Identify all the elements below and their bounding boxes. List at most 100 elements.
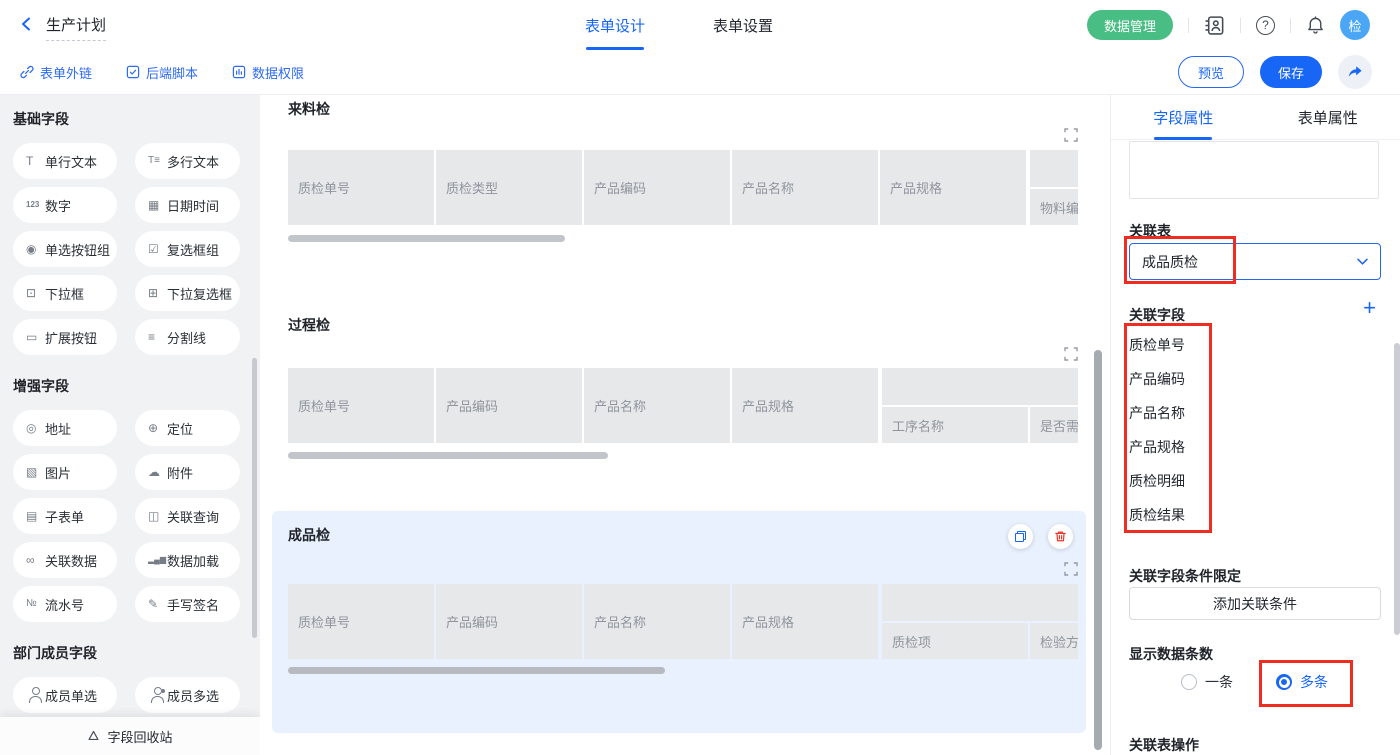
subform-title-incoming-inspection[interactable]: 来料检: [288, 99, 330, 119]
column-header-cell[interactable]: 物料编码: [1030, 189, 1078, 225]
delete-button[interactable]: [1048, 524, 1073, 549]
column-header-cell[interactable]: 产品规格: [880, 150, 1026, 225]
field-type-item[interactable]: ≡ 分割线: [135, 319, 240, 355]
contacts-icon[interactable]: [1204, 15, 1225, 36]
field-type-item[interactable]: 123 数字: [13, 187, 117, 223]
field-recycle-bin-button[interactable]: 字段回收站: [0, 717, 260, 755]
field-type-item[interactable]: T 单行文本: [13, 143, 117, 179]
expand-icon[interactable]: [1064, 347, 1078, 361]
field-type-item[interactable]: T≡ 多行文本: [135, 143, 240, 179]
sidebar-scrollbar[interactable]: [252, 358, 257, 638]
field-type-item[interactable]: ▭ 扩展按钮: [13, 319, 117, 355]
field-type-item[interactable]: ⊕ 定位: [135, 410, 240, 446]
data-permission-button[interactable]: 数据权限: [232, 63, 304, 82]
column-header-cell[interactable]: 工序名称: [882, 407, 1028, 443]
field-name-input[interactable]: [1129, 141, 1379, 199]
field-type-item[interactable]: ☁ 附件: [135, 454, 240, 490]
save-button[interactable]: 保存: [1260, 56, 1322, 88]
column-header-cell[interactable]: 产品名称: [584, 584, 730, 659]
column-header-cell[interactable]: 产品规格: [732, 584, 878, 659]
group-header-cell[interactable]: [1030, 150, 1078, 187]
related-field-item[interactable]: 质检单号: [1129, 328, 1185, 362]
field-type-item[interactable]: ▦ 日期时间: [135, 187, 240, 223]
related-field-item[interactable]: 质检结果: [1129, 498, 1185, 532]
notification-bell-icon[interactable]: [1306, 16, 1325, 35]
copy-button[interactable]: [1008, 524, 1033, 549]
field-type-item[interactable]: ⊡ 下拉框: [13, 275, 117, 311]
column-header-cell[interactable]: 产品编码: [436, 368, 582, 443]
field-type-item[interactable]: 成员单选: [13, 677, 117, 713]
subform-table-process: 质检单号 产品编码 产品名称 产品规格: [288, 368, 1078, 443]
column-header-cell[interactable]: 质检项: [882, 623, 1028, 659]
back-button[interactable]: [20, 17, 32, 31]
radio-single-record[interactable]: 一条: [1181, 672, 1233, 692]
related-field-item[interactable]: 产品名称: [1129, 396, 1185, 430]
column-header-cell[interactable]: 检验方法: [1030, 623, 1078, 659]
panel-scrollbar[interactable]: [1394, 343, 1400, 635]
column-header-cell[interactable]: 质检单号: [288, 368, 434, 443]
group-column: 质检项 检验方法: [882, 584, 1078, 659]
tab-field-properties[interactable]: 字段属性: [1111, 95, 1256, 139]
column-header-cell[interactable]: 产品编码: [584, 150, 730, 225]
column-header-cell[interactable]: 质检单号: [288, 584, 434, 659]
column-header-cell[interactable]: 产品规格: [732, 368, 878, 443]
radio-multiple-records[interactable]: 多条: [1276, 672, 1328, 692]
related-field-item[interactable]: 质检明细: [1129, 464, 1185, 498]
field-type-label: 关联查询: [167, 507, 219, 526]
field-type-item[interactable]: 成员多选: [135, 677, 240, 713]
horizontal-scrollbar[interactable]: [288, 452, 608, 459]
field-type-icon: ∞: [26, 554, 45, 566]
section-title-basic-fields: 基础字段: [13, 109, 260, 129]
field-type-item[interactable]: ◎ 地址: [13, 410, 117, 446]
add-condition-button[interactable]: 添加关联条件: [1129, 587, 1381, 620]
related-field-item[interactable]: 产品编码: [1129, 362, 1185, 396]
tab-form-design[interactable]: 表单设计: [582, 0, 648, 50]
group-header-cell[interactable]: [882, 368, 1078, 405]
field-type-item[interactable]: № 流水号: [13, 586, 117, 622]
column-header-cell[interactable]: 质检单号: [288, 150, 434, 225]
expand-icon[interactable]: [1064, 562, 1078, 576]
tab-form-properties[interactable]: 表单属性: [1256, 95, 1400, 139]
horizontal-scrollbar[interactable]: [288, 667, 665, 674]
user-avatar[interactable]: 检: [1340, 10, 1370, 40]
enhanced-fields-grid: ◎ 地址 ⊕ 定位 ▧ 图片 ☁ 附件: [13, 410, 260, 622]
canvas-vertical-scrollbar[interactable]: [1094, 350, 1102, 750]
field-type-item[interactable]: ✎ 手写签名: [135, 586, 240, 622]
related-table-select[interactable]: 成品质检: [1129, 243, 1381, 280]
expand-icon[interactable]: [1064, 128, 1078, 142]
field-type-item[interactable]: ⊞ 下拉复选框: [135, 275, 240, 311]
preview-button[interactable]: 预览: [1178, 56, 1244, 88]
data-manage-button[interactable]: 数据管理: [1087, 10, 1173, 40]
column-header-cell[interactable]: 产品名称: [584, 368, 730, 443]
field-type-item[interactable]: ☑ 复选框组: [135, 231, 240, 267]
column-header-cell[interactable]: 产品名称: [732, 150, 878, 225]
group-header-cell[interactable]: [882, 584, 1078, 621]
tab-form-settings[interactable]: 表单设置: [710, 0, 776, 50]
help-icon[interactable]: ?: [1256, 16, 1275, 35]
field-type-item[interactable]: ◉ 单选按钮组: [13, 231, 117, 267]
form-canvas: 来料检 质检单号 质检类型 产品编码: [260, 95, 1110, 755]
toolbar-actions: 预览 保存: [1178, 55, 1372, 89]
subform-title-process-inspection[interactable]: 过程检: [288, 315, 330, 335]
field-type-item[interactable]: ▤ 子表单: [13, 498, 117, 534]
share-button[interactable]: [1338, 55, 1372, 89]
recycle-icon: [87, 730, 100, 742]
subform-finished-inspection-selected[interactable]: 成品检 质检单号 产品编码: [272, 511, 1086, 733]
external-link-button[interactable]: 表单外链: [20, 63, 92, 82]
field-type-item[interactable]: ◫ 关联查询: [135, 498, 240, 534]
related-field-item[interactable]: 产品规格: [1129, 430, 1185, 464]
field-type-item[interactable]: ▂▄▆ 数据加载: [135, 542, 240, 578]
column-header-cell[interactable]: 产品编码: [436, 584, 582, 659]
field-type-label: 流水号: [45, 595, 84, 614]
toolbar-links: 表单外链 后端脚本 数据权限: [20, 50, 304, 94]
field-type-item[interactable]: ▧ 图片: [13, 454, 117, 490]
field-type-item[interactable]: ∞ 关联数据: [13, 542, 117, 578]
column-header-cell[interactable]: 质检类型: [436, 150, 582, 225]
add-field-icon[interactable]: +: [1363, 297, 1376, 319]
field-type-icon: ▦: [148, 199, 167, 211]
horizontal-scrollbar[interactable]: [288, 235, 565, 242]
column-header-cell[interactable]: 是否需要: [1030, 407, 1078, 443]
backend-script-button[interactable]: 后端脚本: [126, 63, 198, 82]
field-type-icon: ▂▄▆: [148, 556, 167, 564]
related-fields-list: 质检单号 产品编码 产品名称 产品规格 质检明细: [1129, 328, 1185, 532]
